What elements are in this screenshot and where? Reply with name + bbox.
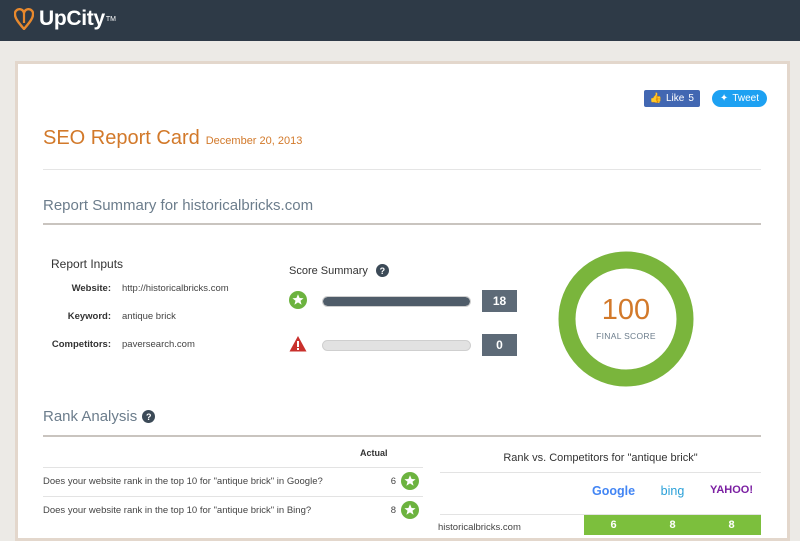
rank-analysis-heading: Rank Analysis ? (43, 408, 156, 425)
input-value: http://historicalbricks.com (122, 283, 229, 294)
actual-rank-value: 6 (390, 475, 396, 487)
report-title-row: SEO Report Card December 20, 2013 (43, 127, 302, 150)
tweet-button[interactable]: ✦ Tweet (711, 90, 767, 107)
google-rank-cell: 6 (610, 519, 617, 531)
score-summary-heading: Score Summary ? (289, 264, 389, 277)
question-text: Does your website rank in the top 10 for… (43, 504, 312, 516)
bing-logo: bing (660, 484, 685, 498)
input-label: Competitors: (51, 339, 111, 350)
score-summary-label: Score Summary (289, 264, 368, 277)
actual-rank-value: 8 (390, 504, 396, 516)
final-score-label: FINAL SCORE (596, 331, 656, 341)
question-text: Does your website rank in the top 10 for… (43, 475, 323, 487)
summary-heading: Report Summary for historicalbricks.com (43, 197, 314, 214)
divider (43, 169, 761, 170)
competitors-heading: Rank vs. Competitors for "antique brick" (503, 452, 698, 464)
facebook-like-button[interactable]: 👍 Like 5 (643, 90, 700, 107)
thumbs-up-icon: 👍 (649, 93, 662, 104)
rank-question-row: Does your website rank in the top 10 for… (43, 467, 423, 494)
warning-count: 0 (482, 334, 517, 356)
yahoo-rank-cell: 8 (728, 519, 735, 531)
rank-rule (43, 435, 761, 437)
progress-track (322, 340, 471, 351)
passed-count: 18 (482, 290, 517, 312)
green-star-icon (289, 291, 307, 309)
red-warning-icon (289, 336, 307, 352)
upcity-pin-icon (14, 8, 34, 30)
progress-fill (323, 297, 470, 306)
like-label: Like (666, 93, 685, 104)
yahoo-logo: YAHOO! (710, 484, 753, 496)
upcity-logo[interactable]: UpCity TM (14, 7, 116, 31)
trademark-mark: TM (105, 15, 116, 23)
competitor-site-name: historicalbricks.com (438, 522, 521, 533)
input-row-keyword: Keyword: antique brick (43, 311, 343, 322)
help-icon[interactable]: ? (375, 264, 389, 277)
input-label: Keyword: (67, 311, 111, 322)
green-star-icon (401, 472, 419, 490)
final-score-value: 100 (601, 294, 651, 326)
top-navigation-bar: UpCity TM (0, 0, 800, 41)
like-count: 5 (688, 93, 694, 104)
rank-question-row: Does your website rank in the top 10 for… (43, 496, 423, 523)
logo-text: UpCity (39, 7, 105, 30)
input-label: Website: (71, 283, 111, 294)
green-star-icon (401, 501, 419, 519)
help-icon[interactable]: ? (142, 410, 156, 423)
score-bar-warnings: 0 (289, 334, 519, 356)
bing-rank-cell: 8 (669, 519, 676, 531)
report-card: 👍 Like 5 ✦ Tweet SEO Report Card Decembe… (15, 61, 790, 541)
actual-column-header: Actual (360, 448, 388, 458)
twitter-bird-icon: ✦ (719, 93, 729, 104)
google-logo: Google (591, 484, 636, 498)
social-buttons: 👍 Like 5 ✦ Tweet (643, 90, 767, 107)
progress-track (322, 296, 471, 307)
report-date: December 20, 2013 (205, 135, 303, 147)
score-bar-passed: 18 (289, 290, 519, 312)
rank-analysis-label: Rank Analysis (43, 408, 138, 425)
divider (440, 472, 761, 473)
site-rank-cells: 6 8 8 (584, 515, 761, 535)
input-value: antique brick (122, 311, 176, 322)
input-value: paversearch.com (122, 339, 195, 350)
report-inputs-heading: Report Inputs (51, 257, 124, 271)
tweet-label: Tweet (732, 93, 759, 104)
search-engine-logos: Google bing YAHOO! (584, 484, 761, 498)
summary-rule (43, 223, 761, 225)
page-title: SEO Report Card (43, 127, 200, 149)
